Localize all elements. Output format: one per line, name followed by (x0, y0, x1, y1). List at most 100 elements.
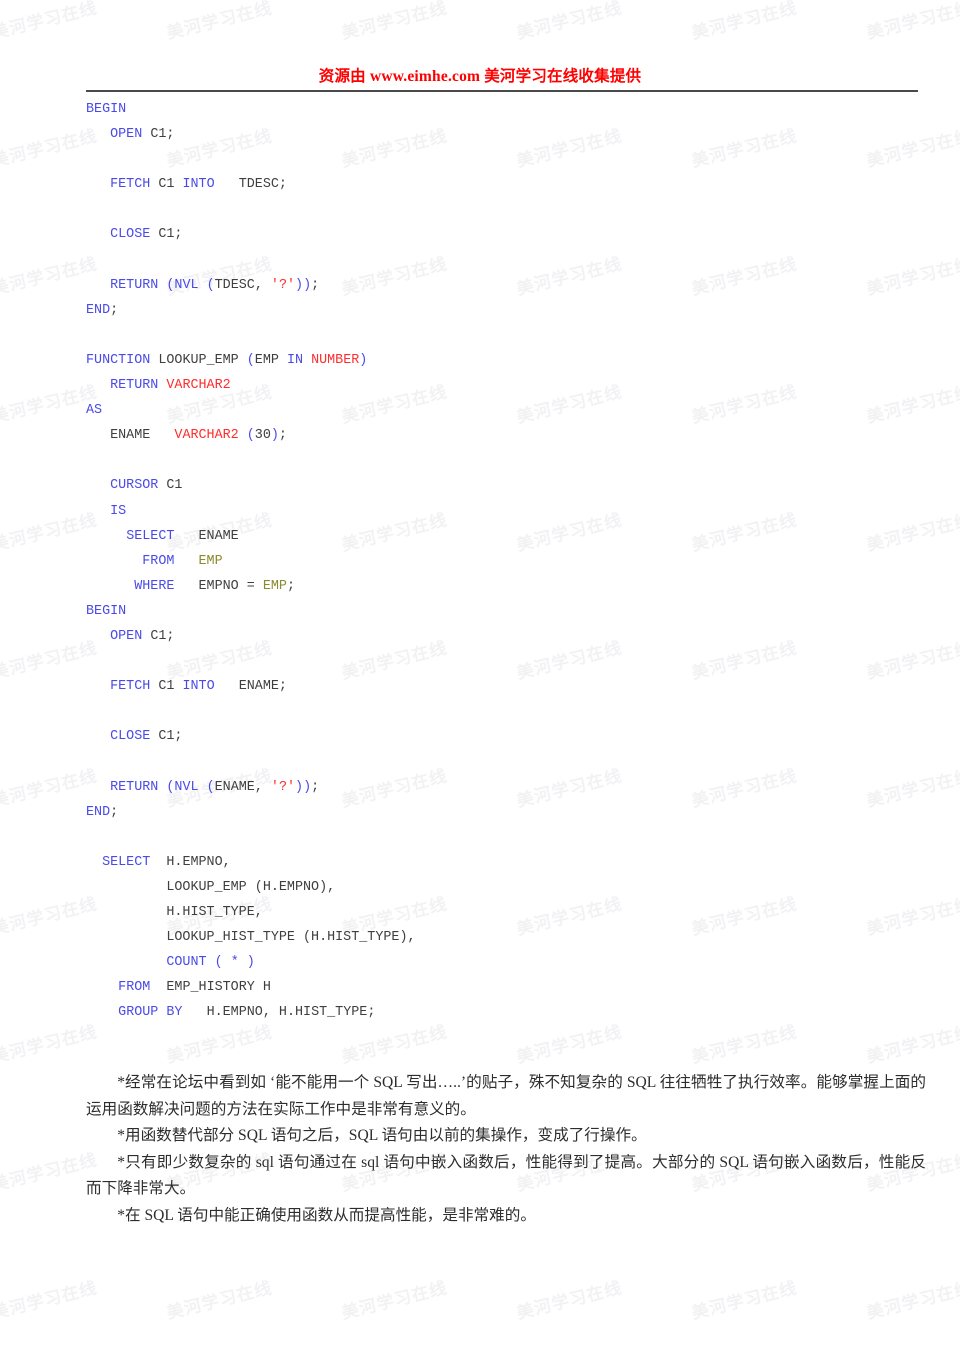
code-line: OPEN C1; (86, 624, 926, 649)
code-token: ; (311, 277, 320, 293)
code-token: RETURN (110, 277, 159, 293)
code-token: BY (166, 1005, 183, 1021)
code-token: ; (311, 779, 320, 795)
code-token: IS (110, 503, 127, 519)
code-token: BEGIN (86, 102, 127, 117)
code-line: RETURN (NVL (ENAME, '?')); (86, 775, 926, 800)
code-token: GROUP (118, 1005, 159, 1021)
code-token: H (262, 980, 271, 996)
code-token: ; (174, 227, 183, 243)
prose-paragraph: *用函数替代部分 SQL 语句之后，SQL 语句由以前的集操作，变成了行操作。 (117, 1127, 647, 1145)
code-token: H.EMPNO (262, 879, 320, 895)
code-token: RETURN (110, 378, 159, 394)
code-token: 30 (254, 428, 271, 444)
code-token: RETURN (110, 779, 159, 795)
code-token: END (86, 302, 111, 318)
code-token: LOOKUP_EMP (158, 352, 239, 368)
prose-paragraph: *经常在论坛中看到如 ‘能不能用一个 SQL 写出…..’的贴子，殊不知复杂的 … (86, 1074, 926, 1118)
code-token: ; (166, 127, 175, 143)
code-token: FUNCTION (86, 352, 151, 368)
code-token: EMP (262, 578, 287, 594)
code-line: CLOSE C1; (86, 724, 926, 749)
code-token: '?' (270, 779, 296, 795)
code-token: , (327, 879, 336, 895)
prose-paragraph: *在 SQL 语句中能正确使用函数从而提高性能，是非常难的。 (117, 1206, 536, 1224)
code-listing: BEGIN OPEN C1; FETCH C1 INTO TDESC; CLOS… (86, 97, 926, 1025)
code-token: ) (295, 779, 304, 795)
code-line: LOOKUP_HIST_TYPE (H.HIST_TYPE), (86, 925, 926, 950)
code-token: WHERE (134, 578, 175, 594)
code-token: OPEN (110, 127, 143, 143)
code-token: C1 (158, 729, 175, 745)
code-line: FETCH C1 INTO ENAME; (86, 674, 926, 699)
code-token: CLOSE (110, 729, 151, 745)
code-token: ) (319, 879, 328, 895)
code-token: ( (302, 930, 312, 946)
code-token: ( (254, 879, 263, 895)
code-line: OPEN C1; (86, 122, 926, 147)
code-token: C1 (158, 177, 175, 193)
code-line: END; (86, 298, 926, 323)
document-page: 资源由 www.eimhe.com 美河学习在线收集提供 BEGIN OPEN … (0, 0, 960, 1357)
code-line: RETURN VARCHAR2 (86, 373, 926, 398)
code-token: , (254, 779, 263, 795)
code-line: RETURN (NVL (TDESC, '?')); (86, 273, 926, 298)
code-token: ) (359, 352, 368, 368)
code-token: LOOKUP_EMP (166, 879, 247, 895)
code-line: BEGIN (86, 599, 926, 624)
code-token: LOOKUP_HIST_TYPE (166, 930, 295, 946)
source-notice-text: 资源由 www.eimhe.com 美河学习在线收集提供 (318, 68, 642, 85)
code-token: VARCHAR2 (174, 428, 239, 444)
code-token: NVL (174, 277, 199, 293)
code-token: * (230, 955, 239, 971)
code-line: CLOSE C1; (86, 222, 926, 247)
code-token: END (86, 804, 111, 820)
code-token: SELECT (102, 854, 151, 870)
code-token: BEGIN (86, 603, 127, 619)
code-token: , (262, 1005, 271, 1021)
header-divider (86, 90, 918, 92)
code-line: H.HIST_TYPE, (86, 900, 926, 925)
code-token: ; (174, 729, 183, 745)
code-token: ) (303, 779, 312, 795)
code-token: , (254, 905, 263, 920)
code-line: ENAME VARCHAR2 (30); (86, 423, 926, 448)
code-token: ; (278, 428, 287, 444)
code-token: C1 (166, 478, 183, 494)
code-line: CURSOR C1 (86, 473, 926, 498)
code-token: NUMBER (311, 352, 360, 368)
code-line: IS (86, 499, 926, 524)
code-token: ENAME (238, 679, 279, 695)
code-token: FETCH (110, 679, 151, 695)
